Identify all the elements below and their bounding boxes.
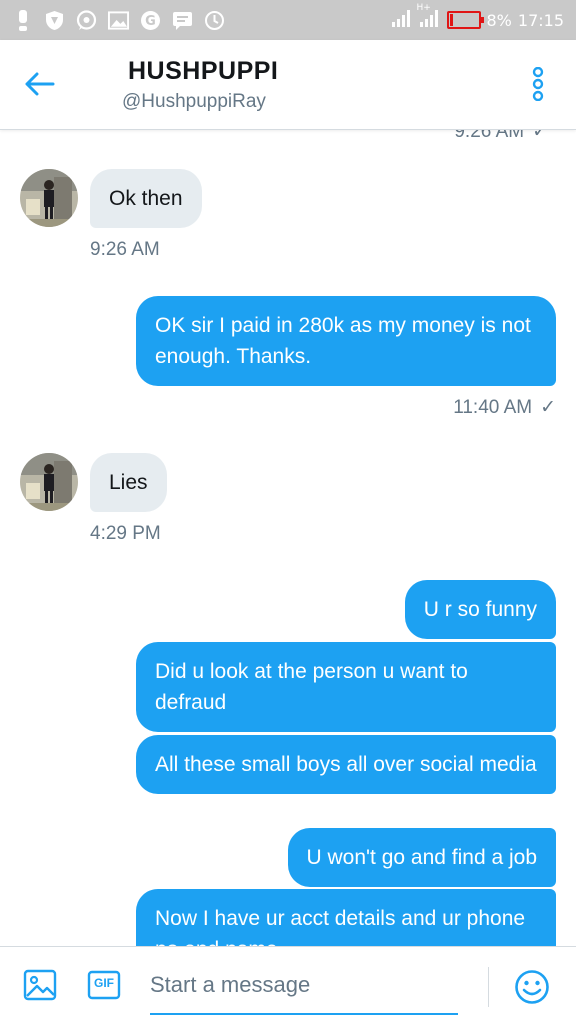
battery-percent: 8% <box>486 10 512 30</box>
network-type-label: H+ <box>416 2 431 13</box>
battery-icon <box>446 11 484 29</box>
message-bubble-incoming[interactable]: Ok then <box>90 169 202 228</box>
emoji-button[interactable] <box>514 969 550 1005</box>
message-text: Ok then <box>109 187 183 210</box>
message-timestamp: 11:40 AM ✓ <box>453 397 556 418</box>
message-timestamp: 9:26 AM <box>90 239 160 260</box>
contact-handle: @HushpuppiRay <box>122 91 266 112</box>
message-text: All these small boys all over social med… <box>155 753 537 776</box>
message-list[interactable]: 9:26 AM ✓ Ok then 9:26 AM OK sir I paid i… <box>0 130 576 946</box>
more-options-button[interactable] <box>526 64 550 104</box>
avatar[interactable] <box>20 169 78 227</box>
clock-icon <box>204 10 225 31</box>
message-text: OK sir I paid in 280k as my money is not… <box>155 314 531 368</box>
image-icon <box>23 969 57 1001</box>
opera-icon: G <box>140 10 161 31</box>
input-underline <box>150 1013 458 1015</box>
message-bubble-incoming[interactable]: Lies <box>90 453 167 512</box>
message-timestamp: 4:29 PM <box>90 523 161 544</box>
status-right: H+ 8% 17:15 <box>391 3 564 32</box>
alert-icon <box>12 9 33 31</box>
conversation-header: HUSHPUPPI @HushpuppiRay <box>0 40 576 130</box>
message-text: Now I have ur acct details and ur phone … <box>155 907 526 946</box>
shield-icon <box>44 10 65 31</box>
message-input[interactable] <box>150 965 460 1005</box>
message-bubble-outgoing[interactable]: OK sir I paid in 280k as my money is not… <box>136 296 556 386</box>
avatar-image <box>20 169 78 227</box>
add-photo-button[interactable] <box>22 967 58 1003</box>
composer-divider <box>488 967 489 1007</box>
avatar-image <box>20 453 78 511</box>
clock-time: 17:15 <box>517 10 564 30</box>
arrow-left-icon <box>25 72 55 96</box>
message-bubble-outgoing[interactable]: U r so funny <box>404 580 556 639</box>
svg-text:G: G <box>145 14 156 29</box>
message-bubble-outgoing[interactable]: All these small boys all over social med… <box>136 735 556 794</box>
status-bar: G H+ 8% 17:15 <box>0 0 576 40</box>
message-text: Lies <box>109 471 148 494</box>
avatar[interactable] <box>20 453 78 511</box>
message-timestamp: 9:26 AM ✓ <box>454 130 548 142</box>
signal-icon-2: H+ <box>417 3 441 32</box>
whatsapp-icon <box>76 9 97 31</box>
gif-label: GIF <box>94 976 114 990</box>
message-composer: GIF <box>0 946 576 1024</box>
contact-name: HUSHPUPPI <box>128 57 279 85</box>
message-icon <box>172 10 193 31</box>
back-button[interactable] <box>22 66 58 102</box>
notification-icons: G <box>12 8 225 32</box>
message-text: U won't go and find a job <box>306 846 538 869</box>
message-text: U r so funny <box>423 598 537 621</box>
sent-check-icon: ✓ <box>540 397 556 418</box>
message-bubble-outgoing[interactable]: Did u look at the person u want to defra… <box>136 642 556 732</box>
signal-icon <box>391 9 413 32</box>
more-vertical-icon <box>532 67 544 101</box>
image-icon <box>108 10 129 31</box>
message-bubble-outgoing[interactable]: Now I have ur acct details and ur phone … <box>136 889 556 946</box>
message-text: Did u look at the person u want to defra… <box>155 660 468 714</box>
gif-button[interactable]: GIF <box>86 967 122 1003</box>
smiley-icon <box>515 970 549 1004</box>
message-bubble-outgoing[interactable]: U won't go and find a job <box>287 828 556 887</box>
